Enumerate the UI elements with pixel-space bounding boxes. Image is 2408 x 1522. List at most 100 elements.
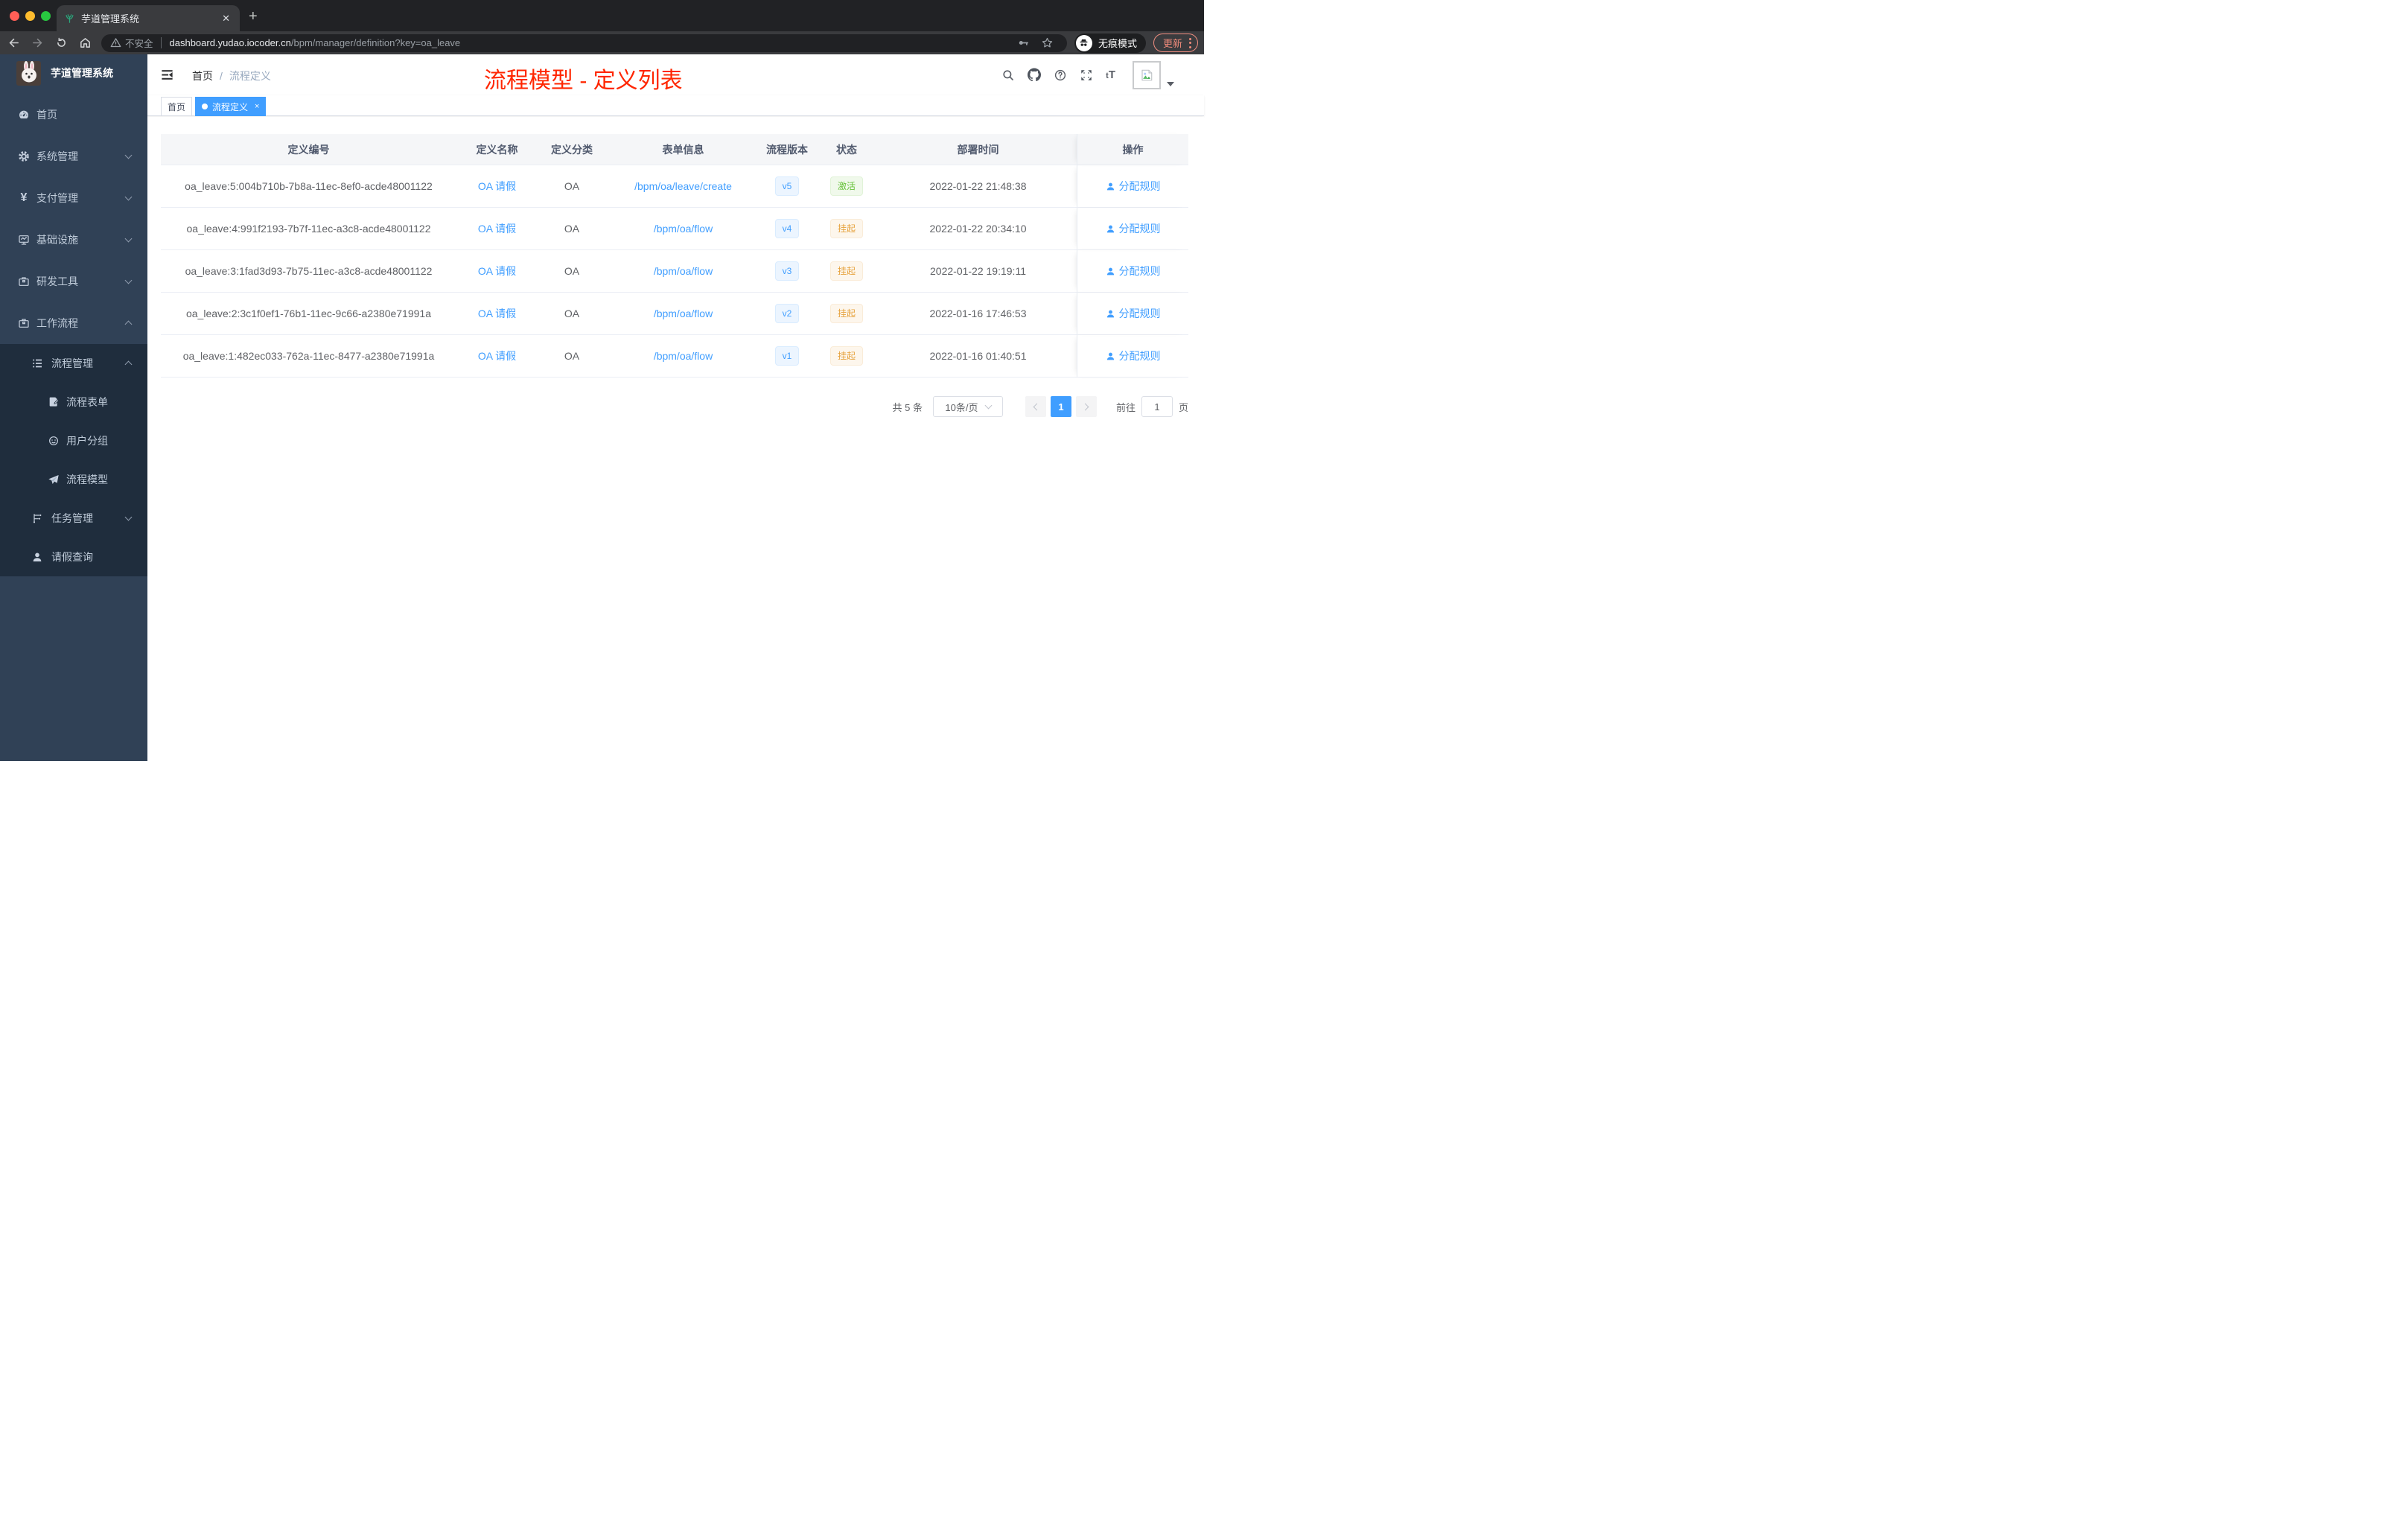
bookmark-star-icon[interactable] — [1037, 34, 1058, 52]
window-zoom-button[interactable] — [41, 11, 51, 21]
status-badge: 激活 — [829, 176, 863, 196]
sidebar-collapse-icon[interactable] — [160, 68, 174, 86]
table-row: oa_leave:4:991f2193-7b7f-11ec-a3c8-acde4… — [161, 208, 1188, 250]
font-size-icon[interactable]: tT — [1106, 69, 1115, 81]
definition-name-link[interactable]: OA 请假 — [478, 350, 516, 362]
browser-tab[interactable]: 芋道管理系统 ✕ — [57, 5, 240, 31]
sidebar-item-workflow[interactable]: 工作流程 — [0, 302, 147, 344]
tag-process-definition[interactable]: 流程定义 × — [195, 97, 267, 116]
form-link[interactable]: /bpm/oa/flow — [654, 223, 713, 235]
sidebar-item-leave-query[interactable]: 请假查询 — [0, 538, 147, 576]
definition-id: oa_leave:3:1fad3d93-7b75-11ec-a3c8-acde4… — [185, 265, 433, 277]
not-secure-warning-icon — [110, 38, 121, 48]
breadcrumb-home-link[interactable]: 首页 — [192, 70, 213, 82]
form-link[interactable]: /bpm/oa/flow — [654, 265, 713, 277]
assign-rule-link[interactable]: 分配规则 — [1106, 221, 1161, 236]
col-header-status: 状态 — [836, 143, 857, 156]
user-icon — [1106, 352, 1114, 360]
assign-rule-link[interactable]: 分配规则 — [1106, 179, 1161, 194]
url-bar[interactable]: 不安全 dashboard.yudao.iocoder.cn/bpm/manag… — [101, 34, 1067, 52]
definition-name-link[interactable]: OA 请假 — [478, 265, 516, 277]
avatar[interactable] — [1133, 60, 1161, 89]
form-link[interactable]: /bpm/oa/leave/create — [634, 180, 732, 192]
sidebar-item-infrastructure[interactable]: 基础设施 — [0, 219, 147, 261]
col-header-id: 定义编号 — [287, 143, 330, 156]
url-path: /bpm/manager/definition?key=oa_leave — [290, 37, 461, 48]
user-menu[interactable] — [1133, 60, 1174, 89]
caret-down-icon — [1167, 81, 1174, 86]
update-button[interactable]: 更新 — [1153, 34, 1198, 52]
sidebar-item-system[interactable]: 系统管理 — [0, 136, 147, 177]
page-number-button[interactable]: 1 — [1050, 396, 1071, 417]
user-icon — [1106, 267, 1114, 275]
sidebar-item-process-management[interactable]: 流程管理 — [0, 344, 147, 383]
deploy-time: 2022-01-22 19:19:11 — [930, 265, 1026, 277]
sidebar-item-payment[interactable]: ¥ 支付管理 — [0, 177, 147, 219]
sidebar-item-devtools[interactable]: 研发工具 — [0, 261, 147, 302]
sidebar-logo[interactable]: 芋道管理系统 — [0, 54, 147, 92]
window-close-button[interactable] — [10, 11, 19, 21]
sidebar-item-home[interactable]: 首页 — [0, 94, 147, 136]
assign-rule-link[interactable]: 分配规则 — [1106, 348, 1161, 363]
assign-rule-link[interactable]: 分配规则 — [1106, 306, 1161, 321]
sidebar-item-task-management[interactable]: 任务管理 — [0, 499, 147, 538]
back-icon[interactable] — [3, 34, 24, 52]
new-tab-button[interactable]: + — [249, 7, 258, 26]
reload-icon[interactable] — [51, 34, 71, 52]
col-header-name: 定义名称 — [476, 143, 518, 156]
sidebar-item-label: 流程表单 — [66, 396, 108, 408]
window-minimize-button[interactable] — [25, 11, 35, 21]
definition-name-link[interactable]: OA 请假 — [478, 223, 516, 235]
assign-rule-link[interactable]: 分配规则 — [1106, 264, 1161, 278]
sidebar: 芋道管理系统 首页 系统管理 ¥ 支付管理 基础设施 研发工具 工作流程 流程管… — [0, 54, 147, 761]
help-icon[interactable] — [1054, 69, 1067, 82]
active-dot — [202, 104, 208, 109]
prev-page-button[interactable] — [1025, 396, 1046, 417]
page-size-select[interactable]: 10条/页 — [932, 396, 1003, 417]
forward-icon[interactable] — [27, 34, 48, 52]
tag-close-icon[interactable]: × — [255, 102, 259, 111]
chevron-down-icon — [984, 401, 992, 410]
status-badge: 挂起 — [829, 219, 863, 238]
search-icon[interactable] — [1001, 69, 1015, 82]
definition-category: OA — [564, 223, 580, 235]
tags-view-bar: 首页 流程定义 × — [147, 95, 1204, 116]
version-badge: v2 — [774, 304, 800, 323]
key-icon[interactable] — [1013, 34, 1034, 52]
col-header-category: 定义分类 — [551, 143, 593, 156]
github-icon[interactable] — [1028, 68, 1042, 82]
definition-name-link[interactable]: OA 请假 — [478, 308, 516, 319]
chevron-up-icon — [124, 360, 133, 369]
definition-id: oa_leave:1:482ec033-762a-11ec-8477-a2380… — [182, 350, 435, 362]
table-row: oa_leave:2:3c1f0ef1-76b1-11ec-9c66-a2380… — [161, 293, 1188, 335]
sidebar-item-process-form[interactable]: 流程表单 — [0, 383, 147, 421]
definition-category: OA — [564, 265, 580, 277]
browser-tabstrip: 芋道管理系统 ✕ + — [0, 0, 1204, 31]
sidebar-item-process-model[interactable]: 流程模型 — [0, 460, 147, 499]
browser-toolbar: 不安全 dashboard.yudao.iocoder.cn/bpm/manag… — [0, 31, 1204, 54]
form-link[interactable]: /bpm/oa/flow — [654, 308, 713, 319]
sidebar-item-label: 基础设施 — [36, 234, 78, 246]
version-badge: v4 — [774, 219, 800, 238]
tag-home[interactable]: 首页 — [161, 97, 193, 116]
definition-id: oa_leave:4:991f2193-7b7f-11ec-a3c8-acde4… — [186, 223, 431, 235]
form-link[interactable]: /bpm/oa/flow — [654, 350, 713, 362]
next-page-button[interactable] — [1075, 396, 1097, 417]
goto-page-input[interactable] — [1141, 396, 1173, 417]
sidebar-item-user-group[interactable]: 用户分组 — [0, 421, 147, 460]
definition-id: oa_leave:5:004b710b-7b8a-11ec-8ef0-acde4… — [185, 180, 433, 192]
definition-name-link[interactable]: OA 请假 — [478, 180, 516, 192]
goto-label: 前往 — [1115, 401, 1135, 413]
sidebar-item-label: 工作流程 — [36, 317, 78, 329]
deploy-time: 2022-01-22 20:34:10 — [929, 223, 1027, 235]
col-header-version: 流程版本 — [766, 143, 808, 156]
home-icon[interactable] — [74, 34, 95, 52]
browser-menu-kebab-icon[interactable] — [1189, 37, 1191, 48]
fullscreen-icon[interactable] — [1080, 69, 1093, 82]
tab-close-icon[interactable]: ✕ — [220, 13, 232, 25]
tag-label: 流程定义 — [212, 101, 249, 112]
sidebar-item-label: 首页 — [36, 109, 57, 121]
version-badge: v1 — [774, 346, 800, 366]
status-badge: 挂起 — [829, 261, 863, 281]
briefcase-icon — [18, 317, 30, 329]
